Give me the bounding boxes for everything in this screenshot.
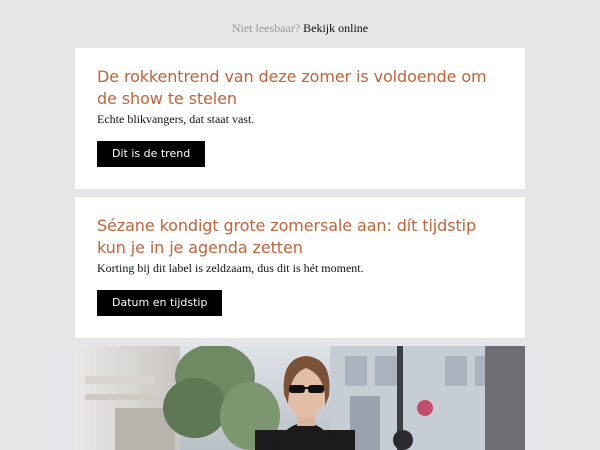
hero-image[interactable]	[75, 346, 525, 450]
not-readable-text: Niet leesbaar?	[231, 21, 301, 35]
date-time-button[interactable]: Datum en tijdstip	[97, 290, 223, 316]
view-online-link[interactable]: Bekijk online	[303, 21, 368, 35]
article-subtitle: Echte blikvangers, dat staat vast.	[97, 112, 255, 126]
trend-button[interactable]: Dit is de trend	[97, 141, 206, 167]
article-subtitle: Korting bij dit label is zeldzaam, dus d…	[97, 261, 364, 275]
article-title[interactable]: De rokkentrend van deze zomer is voldoen…	[97, 66, 507, 110]
article-card-skirt-trend: De rokkentrend van deze zomer is voldoen…	[75, 48, 525, 189]
article-title[interactable]: Sézane kondigt grote zomersale aan: dít …	[97, 215, 507, 259]
article-card-sezane-sale: Sézane kondigt grote zomersale aan: dít …	[75, 197, 525, 338]
street-style-photo	[75, 346, 525, 450]
view-online-bar: Niet leesbaar? Bekijk online	[0, 20, 600, 36]
